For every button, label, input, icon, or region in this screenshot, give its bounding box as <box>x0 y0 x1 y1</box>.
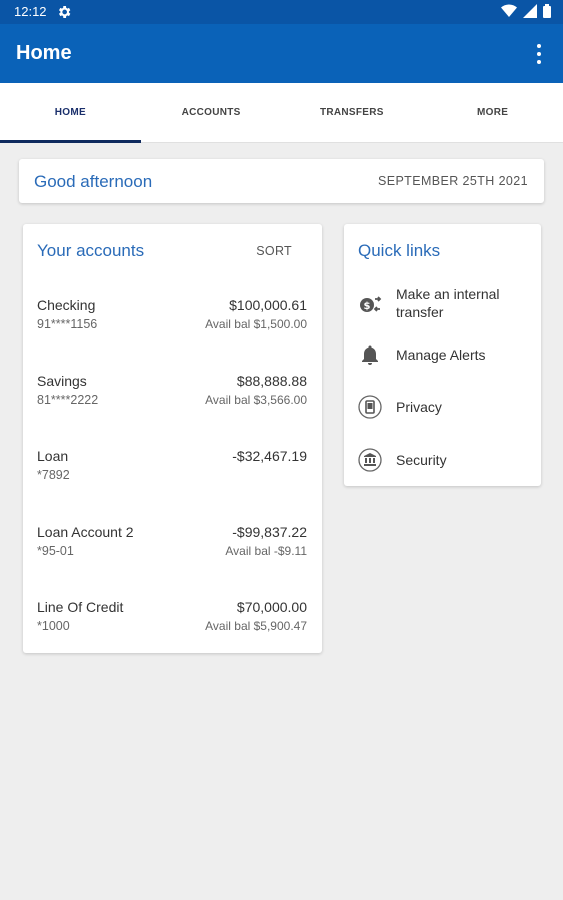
account-number: 91****1156 <box>37 317 98 331</box>
quick-links-title: Quick links <box>358 241 441 260</box>
account-balance: -$32,467.19 <box>232 448 307 464</box>
quick-links-card: Quick links $ Make an internal transfer … <box>344 224 541 486</box>
quick-link-label: Make an internal <box>396 286 500 302</box>
overflow-menu-icon[interactable] <box>533 42 545 66</box>
account-balance: -$99,837.22 <box>232 524 307 540</box>
account-number: *1000 <box>37 619 70 633</box>
account-row-checking[interactable]: Checking 91****1156 $100,000.61 Avail ba… <box>23 297 322 357</box>
bell-icon <box>362 345 378 365</box>
page-title: Home <box>16 42 72 64</box>
account-row-line-of-credit[interactable]: Line Of Credit *1000 $70,000.00 Avail ba… <box>23 599 322 659</box>
wifi-icon <box>501 4 517 17</box>
accounts-card: Your accounts SORT Checking 91****1156 $… <box>23 224 322 653</box>
account-number: 81****2222 <box>37 393 99 407</box>
tab-bar: HOME ACCOUNTS TRANSFERS MORE <box>0 83 563 143</box>
quick-link-label: Security <box>396 452 447 468</box>
app-bar: Home <box>0 24 563 83</box>
account-balance: $70,000.00 <box>236 599 307 615</box>
account-name: Loan Account 2 <box>37 524 134 540</box>
status-time: 12:12 <box>14 4 47 19</box>
privacy-icon <box>358 395 382 419</box>
account-name: Savings <box>37 373 87 389</box>
tab-home[interactable]: HOME <box>0 83 141 143</box>
status-bar: 12:12 <box>0 0 563 24</box>
account-row-savings[interactable]: Savings 81****2222 $88,888.88 Avail bal … <box>23 373 322 433</box>
signal-icon <box>523 4 537 18</box>
account-row-loan[interactable]: Loan *7892 -$32,467.19 <box>23 448 322 508</box>
quick-link-privacy[interactable]: Privacy <box>344 387 541 427</box>
settings-gear-icon <box>59 6 71 18</box>
accounts-title: Your accounts <box>37 241 145 260</box>
status-indicators <box>501 4 551 18</box>
account-available-balance: Avail bal $1,500.00 <box>205 317 307 331</box>
quick-link-internal-transfer[interactable]: $ Make an internal transfer <box>344 284 541 324</box>
account-available-balance: Avail bal $3,566.00 <box>205 393 307 407</box>
quick-link-manage-alerts[interactable]: Manage Alerts <box>344 335 541 375</box>
greeting-card: Good afternoon SEPTEMBER 25TH 2021 <box>19 159 544 203</box>
account-name: Loan <box>37 448 69 464</box>
greeting-text: Good afternoon <box>34 172 153 191</box>
tab-accounts[interactable]: ACCOUNTS <box>141 83 282 142</box>
tab-more[interactable]: MORE <box>422 83 563 142</box>
quick-link-label: Manage Alerts <box>396 347 486 363</box>
tab-transfers[interactable]: TRANSFERS <box>282 83 423 142</box>
account-name: Line Of Credit <box>37 599 124 615</box>
sort-button[interactable]: SORT <box>256 244 292 258</box>
quick-link-label: Privacy <box>396 399 442 415</box>
quick-link-label-line2: transfer <box>396 304 444 320</box>
account-row-loan-account-2[interactable]: Loan Account 2 *95-01 -$99,837.22 Avail … <box>23 524 322 584</box>
account-available-balance: Avail bal -$9.11 <box>225 544 307 558</box>
account-number: *95-01 <box>37 544 74 558</box>
account-balance: $88,888.88 <box>236 373 307 389</box>
svg-text:$: $ <box>364 301 371 312</box>
security-icon <box>358 448 382 472</box>
account-available-balance: Avail bal $5,900.47 <box>205 619 307 633</box>
greeting-date: SEPTEMBER 25TH 2021 <box>377 174 528 188</box>
battery-icon <box>543 4 551 18</box>
account-balance: $100,000.61 <box>229 297 307 313</box>
account-number: *7892 <box>37 468 70 482</box>
quick-link-security[interactable]: Security <box>344 440 541 480</box>
transfer-icon: $ <box>360 296 382 312</box>
account-name: Checking <box>37 297 96 313</box>
